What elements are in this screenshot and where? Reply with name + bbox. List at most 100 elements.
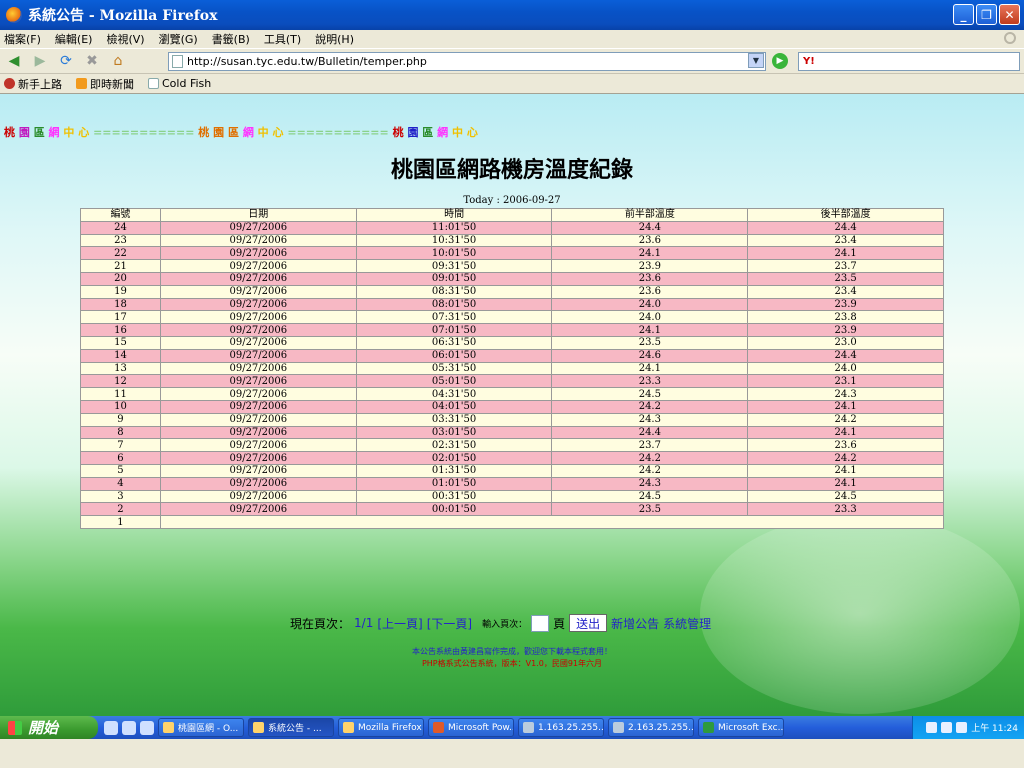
close-button[interactable]: ✕ bbox=[999, 4, 1020, 25]
quick-launch-icon[interactable] bbox=[140, 720, 154, 735]
cell-front-temp: 23.6 bbox=[551, 284, 749, 299]
submit-button[interactable]: 送出 bbox=[569, 614, 608, 632]
cell-time: 09:01'50 bbox=[355, 271, 553, 286]
clock[interactable]: 上午 11:24 bbox=[971, 721, 1018, 734]
cell-time: 11:01'50 bbox=[355, 220, 553, 235]
quick-launch-icon[interactable] bbox=[104, 720, 118, 735]
taskbar-item-label: Mozilla Firefox bbox=[358, 722, 422, 733]
marquee-separator: =========== bbox=[287, 126, 389, 139]
table-row: 16 09/27/2006 07:01'50 24.1 23.9 bbox=[80, 323, 944, 337]
cell-date: 09/27/2006 bbox=[159, 323, 357, 337]
cell-front-temp: 24.2 bbox=[551, 399, 749, 414]
minimize-button[interactable]: _ bbox=[953, 4, 974, 25]
system-admin-link[interactable]: 系統管理 bbox=[663, 615, 711, 632]
cell-front-temp: 24.1 bbox=[551, 246, 749, 261]
marquee-char: 桃 bbox=[392, 126, 404, 139]
reload-icon[interactable]: ⟳ bbox=[56, 52, 76, 70]
cell-date: 09/27/2006 bbox=[159, 310, 357, 325]
taskbar-item[interactable]: Mozilla Firefox bbox=[338, 718, 424, 737]
cell-rear-temp: 23.7 bbox=[747, 259, 944, 273]
page-icon bbox=[172, 55, 183, 68]
table-body: 24 09/27/2006 11:01'50 24.4 24.4 23 09/27/2006… bbox=[80, 220, 945, 529]
back-arrow-icon[interactable]: ◀ bbox=[4, 52, 24, 70]
taskbar-item-label: 系統公告 - ... bbox=[268, 724, 322, 734]
window-titlebar[interactable]: 系統公告 - Mozilla Firefox _ ❐ ✕ bbox=[0, 0, 1024, 30]
quick-launch-icon[interactable] bbox=[122, 720, 136, 735]
taskbar-item[interactable]: 1.163.25.255.... bbox=[518, 718, 604, 737]
pagination: 現在頁次： 1/1 [上一頁] [下一頁] 輸入頁次： 頁 送出 新增公告 系統… bbox=[290, 614, 711, 632]
menu-view[interactable]: 檢視(V) bbox=[106, 31, 144, 47]
marquee-char: 網 bbox=[242, 126, 254, 139]
table-row: 13 09/27/2006 05:31'50 24.1 24.0 bbox=[80, 361, 944, 376]
table-row: 10 09/27/2006 04:01'50 24.2 24.1 bbox=[80, 399, 944, 414]
menu-help[interactable]: 說明(H) bbox=[315, 31, 354, 47]
cell-time: 01:31'50 bbox=[355, 463, 553, 478]
cell-rear-temp: 23.9 bbox=[747, 323, 944, 337]
firefox-icon bbox=[253, 722, 264, 733]
empty-cell bbox=[159, 515, 945, 529]
taskbar-item[interactable]: Microsoft Pow... bbox=[428, 718, 514, 737]
menu-edit[interactable]: 編輯(E) bbox=[55, 31, 93, 47]
bookmark-icon bbox=[4, 78, 15, 89]
menu-tools[interactable]: 工具(T) bbox=[264, 31, 301, 47]
cell-rear-temp: 23.8 bbox=[747, 310, 944, 325]
cell-date: 09/27/2006 bbox=[159, 476, 357, 491]
windows-flag-icon bbox=[8, 720, 22, 735]
cell-rear-temp: 24.5 bbox=[747, 489, 944, 504]
firefox-icon bbox=[343, 722, 354, 733]
cell-time: 06:31'50 bbox=[355, 335, 553, 350]
bookmark-getting-started[interactable]: 新手上路 bbox=[4, 76, 62, 92]
cell-time: 08:01'50 bbox=[355, 297, 553, 312]
table-row: 24 09/27/2006 11:01'50 24.4 24.4 bbox=[80, 220, 944, 235]
search-input[interactable]: Y! bbox=[798, 52, 1020, 71]
help-icon[interactable] bbox=[941, 722, 953, 733]
start-button[interactable]: 開始 bbox=[0, 716, 98, 739]
cell-time: 04:01'50 bbox=[355, 399, 553, 414]
go-button[interactable]: ▶ bbox=[772, 53, 788, 69]
taskbar-item[interactable]: 桃園區網 - O... bbox=[158, 718, 244, 737]
goto-page-input[interactable] bbox=[531, 614, 550, 632]
cell-date: 09/27/2006 bbox=[159, 451, 357, 465]
menu-bookmarks[interactable]: 書籤(B) bbox=[212, 31, 250, 47]
cell-number: 7 bbox=[80, 438, 161, 453]
maximize-button[interactable]: ❐ bbox=[976, 4, 997, 25]
bookmark-cold-fish[interactable]: Cold Fish bbox=[148, 77, 211, 90]
add-notice-link[interactable]: 新增公告 bbox=[611, 615, 659, 632]
cell-front-temp: 23.5 bbox=[551, 502, 749, 517]
menu-go[interactable]: 瀏覽(G) bbox=[159, 31, 198, 47]
marquee-char: 心 bbox=[466, 126, 478, 139]
stop-icon[interactable]: ✖ bbox=[82, 52, 102, 70]
cell-time: 02:01'50 bbox=[355, 451, 553, 465]
marquee-char: 心 bbox=[78, 126, 90, 139]
address-bar[interactable]: http://susan.tyc.edu.tw/Bulletin/temper.… bbox=[168, 52, 766, 71]
cell-date: 09/27/2006 bbox=[159, 489, 357, 504]
col-number: 編號 bbox=[80, 208, 161, 222]
cell-rear-temp: 24.2 bbox=[747, 412, 944, 427]
page-footer: 本公告系統由黃建昌寫作完成，歡迎您下載本程式套用！ PHP格系式公告系統，版本：… bbox=[0, 646, 1024, 670]
url-dropdown-icon[interactable]: ▼ bbox=[748, 53, 764, 68]
menu-file[interactable]: 檔案(F) bbox=[4, 31, 41, 47]
cell-number: 1 bbox=[80, 515, 161, 529]
forward-arrow-icon[interactable]: ▶ bbox=[30, 52, 50, 70]
cell-number: 12 bbox=[80, 374, 161, 389]
taskbar-item[interactable]: Microsoft Exc... bbox=[698, 718, 784, 737]
scrolling-marquee: 桃 園 區 網 中 心 =========== 桃 園 區 網 中 心 ====… bbox=[4, 124, 478, 140]
cell-time: 09:31'50 bbox=[355, 259, 553, 273]
cell-rear-temp: 23.9 bbox=[747, 297, 944, 312]
home-icon[interactable]: ⌂ bbox=[108, 52, 128, 70]
taskbar-item[interactable]: 系統公告 - ... bbox=[248, 718, 334, 737]
taskbar-item[interactable]: 2.163.25.255.... bbox=[608, 718, 694, 737]
cell-number: 8 bbox=[80, 425, 161, 440]
marquee-char: 桃 bbox=[4, 126, 15, 139]
table-row: 18 09/27/2006 08:01'50 24.0 23.9 bbox=[80, 297, 944, 312]
keyboard-icon[interactable] bbox=[926, 722, 938, 733]
table-row: 6 09/27/2006 02:01'50 24.2 24.2 bbox=[80, 451, 944, 465]
volume-icon[interactable] bbox=[956, 722, 968, 733]
next-page-link[interactable]: [下一頁] bbox=[427, 615, 472, 632]
page-icon bbox=[148, 78, 159, 89]
prev-page-link[interactable]: [上一頁] bbox=[377, 615, 422, 632]
bookmark-latest-news[interactable]: 即時新聞 bbox=[76, 76, 134, 92]
table-row: 12 09/27/2006 05:01'50 23.3 23.1 bbox=[80, 374, 944, 389]
cell-time: 07:31'50 bbox=[355, 310, 553, 325]
cell-date: 09/27/2006 bbox=[159, 348, 357, 363]
